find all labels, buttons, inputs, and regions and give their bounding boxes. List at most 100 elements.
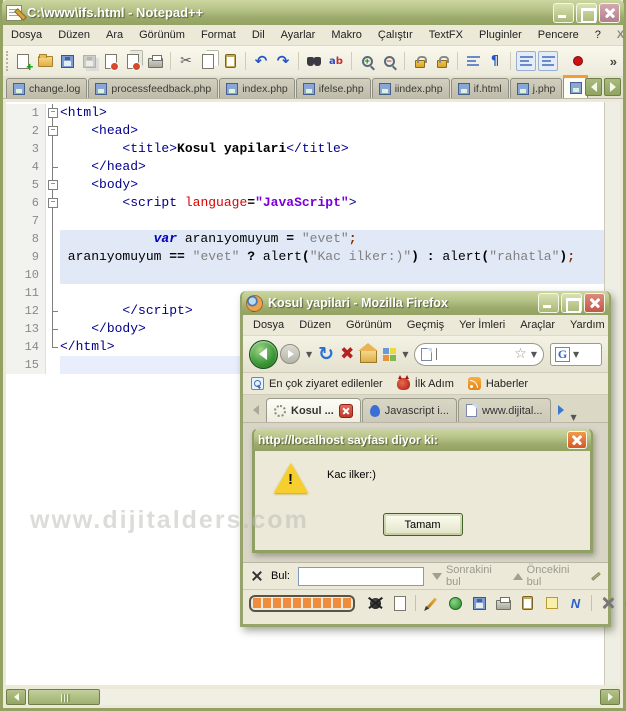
fold-margin[interactable] bbox=[46, 302, 60, 320]
fold-margin[interactable] bbox=[46, 158, 60, 176]
menu-item-format[interactable]: Format bbox=[201, 29, 236, 41]
firefox-tab[interactable]: www.dijital... bbox=[457, 398, 551, 422]
hscroll-right-button[interactable] bbox=[600, 689, 620, 705]
fold-margin[interactable]: − bbox=[46, 176, 60, 194]
fold-margin[interactable] bbox=[46, 284, 60, 302]
firefox-tab[interactable]: Kosul ... bbox=[266, 398, 361, 422]
statusbar-globe-icon[interactable] bbox=[447, 595, 464, 612]
menu-item-pluginler[interactable]: Pluginler bbox=[479, 29, 522, 41]
fold-margin[interactable] bbox=[46, 338, 60, 356]
menu-item-ara[interactable]: Ara bbox=[106, 29, 123, 41]
print-icon[interactable] bbox=[145, 51, 165, 71]
findbar-close-icon[interactable] bbox=[251, 570, 263, 582]
copy-icon[interactable] bbox=[198, 51, 218, 71]
address-bar[interactable]: ☆ ▼ bbox=[414, 342, 544, 366]
bookmark-magnifier[interactable]: En çok ziyaret edilenler bbox=[251, 377, 383, 390]
hscroll-thumb[interactable] bbox=[28, 689, 100, 705]
statusbar-bug-icon[interactable] bbox=[367, 595, 384, 612]
find-prev-button[interactable]: Öncekini bul bbox=[512, 564, 583, 588]
tab-close-icon[interactable] bbox=[338, 403, 353, 418]
paste-icon[interactable] bbox=[220, 51, 240, 71]
code-line-2[interactable]: 2− <head> bbox=[6, 122, 604, 140]
code-line-8[interactable]: 8 var aranıyomuyum = "evet"; bbox=[6, 230, 604, 248]
tab-j-php[interactable]: j.php bbox=[509, 78, 563, 98]
find-next-button[interactable]: Sonrakini bul bbox=[431, 564, 505, 588]
find-input[interactable] bbox=[297, 566, 424, 586]
menu-item-?[interactable]: ? bbox=[595, 29, 601, 41]
search-engine-dropdown-icon[interactable]: ▼ bbox=[573, 350, 579, 359]
menu-item-dil[interactable]: Dil bbox=[252, 29, 265, 41]
find-icon[interactable] bbox=[304, 51, 324, 71]
menu-item-pencere[interactable]: Pencere bbox=[538, 29, 579, 41]
back-button[interactable] bbox=[249, 339, 278, 369]
statusbar-clipboard-icon[interactable] bbox=[519, 595, 536, 612]
menu-item-g-r-n-m[interactable]: Görünüm bbox=[346, 319, 392, 331]
google-search-icon[interactable]: G bbox=[555, 346, 570, 362]
code-line-3[interactable]: 3 <title>Kosul yapilari</title> bbox=[6, 140, 604, 158]
zoom-out-icon[interactable]: − bbox=[379, 51, 399, 71]
word-wrap-icon[interactable] bbox=[463, 51, 483, 71]
fold-margin[interactable] bbox=[46, 212, 60, 230]
bookmark-star-icon[interactable]: ☆ bbox=[514, 347, 527, 361]
reload-icon[interactable]: ↻ bbox=[318, 344, 334, 364]
statusbar-note-icon[interactable] bbox=[543, 595, 560, 612]
cut-icon[interactable]: ✂ bbox=[176, 51, 196, 71]
hscroll-left-button[interactable] bbox=[6, 689, 26, 705]
tab-ifelse-php[interactable]: ifelse.php bbox=[295, 78, 371, 98]
menu-item-ara-lar[interactable]: Araçlar bbox=[520, 319, 555, 331]
tab-scroll-left-button[interactable] bbox=[585, 78, 602, 96]
fold-margin[interactable] bbox=[46, 266, 60, 284]
notepadpp-titlebar[interactable]: C:\www\ifs.html - Notepad++ bbox=[2, 0, 624, 25]
code-line-10[interactable]: 10 bbox=[6, 266, 604, 284]
menu-item-g-r-n-m[interactable]: Görünüm bbox=[139, 29, 185, 41]
menu-item-d-zen[interactable]: Düzen bbox=[58, 29, 90, 41]
code-line-7[interactable]: 7 bbox=[6, 212, 604, 230]
menu-item-ge-mi-[interactable]: Geçmiş bbox=[407, 319, 444, 331]
tabs-list-dropdown-icon[interactable]: ▼ bbox=[571, 413, 577, 422]
stop-icon[interactable]: ✖ bbox=[340, 345, 354, 363]
ok-button[interactable]: Tamam bbox=[382, 513, 463, 536]
tab-index-php[interactable]: index.php bbox=[219, 78, 295, 98]
menu-item-dosya[interactable]: Dosya bbox=[11, 29, 42, 41]
tab-change-log[interactable]: change.log bbox=[6, 78, 88, 98]
bookmarks-grid-icon[interactable] bbox=[383, 347, 397, 361]
minimize-button[interactable] bbox=[553, 2, 574, 23]
menu-item-dosya[interactable]: Dosya bbox=[253, 319, 284, 331]
menu-item--al-t-r[interactable]: Çalıştır bbox=[378, 29, 413, 41]
tab-scroll-right-button[interactable] bbox=[604, 78, 621, 96]
save-icon[interactable] bbox=[57, 51, 77, 71]
tab-if-html[interactable]: if.html bbox=[450, 78, 509, 98]
fold-margin[interactable] bbox=[46, 140, 60, 158]
code-line-1[interactable]: 1− <html> bbox=[6, 104, 604, 122]
tab-processfeedback-php[interactable]: processfeedback.php bbox=[88, 78, 219, 98]
fold-margin[interactable] bbox=[46, 230, 60, 248]
zoom-in-icon[interactable]: + bbox=[357, 51, 377, 71]
tab-iindex-php[interactable]: iindex.php bbox=[371, 78, 450, 98]
grid-dropdown-icon[interactable]: ▼ bbox=[402, 350, 408, 359]
toolbar-overflow-chevron[interactable]: » bbox=[610, 54, 619, 69]
sync-scroll-v-icon[interactable] bbox=[410, 51, 430, 71]
fold-margin[interactable]: − bbox=[46, 122, 60, 140]
urlbar-dropdown-icon[interactable]: ▼ bbox=[531, 350, 537, 359]
statusbar-tools-icon[interactable] bbox=[599, 595, 616, 612]
forward-button[interactable] bbox=[280, 344, 300, 364]
firefox-maximize-button[interactable] bbox=[561, 293, 582, 313]
fold-margin[interactable]: − bbox=[46, 194, 60, 212]
menu-item-yer-i-mleri[interactable]: Yer İmleri bbox=[459, 319, 505, 331]
search-box[interactable]: G ▼ bbox=[550, 342, 602, 366]
menu-item-d-zen[interactable]: Düzen bbox=[299, 319, 331, 331]
replace-icon[interactable]: ab bbox=[326, 51, 346, 71]
home-icon[interactable] bbox=[358, 342, 379, 363]
firefox-close-button[interactable] bbox=[584, 293, 605, 313]
sync-scroll-h-icon[interactable] bbox=[432, 51, 452, 71]
show-all-chars-icon[interactable]: ¶ bbox=[485, 51, 505, 71]
firefox-tab[interactable]: Javascript i... bbox=[361, 398, 457, 422]
statusbar-floppy-icon[interactable] bbox=[471, 595, 488, 612]
history-dropdown-icon[interactable]: ▼ bbox=[306, 350, 312, 359]
bookmark-rss[interactable]: Haberler bbox=[467, 377, 528, 390]
firefox-titlebar[interactable]: Kosul yapilari - Mozilla Firefox bbox=[242, 291, 609, 315]
open-file-icon[interactable] bbox=[35, 51, 55, 71]
close-file-icon[interactable] bbox=[101, 51, 121, 71]
firefox-minimize-button[interactable] bbox=[538, 293, 559, 313]
save-all-icon[interactable] bbox=[79, 51, 99, 71]
